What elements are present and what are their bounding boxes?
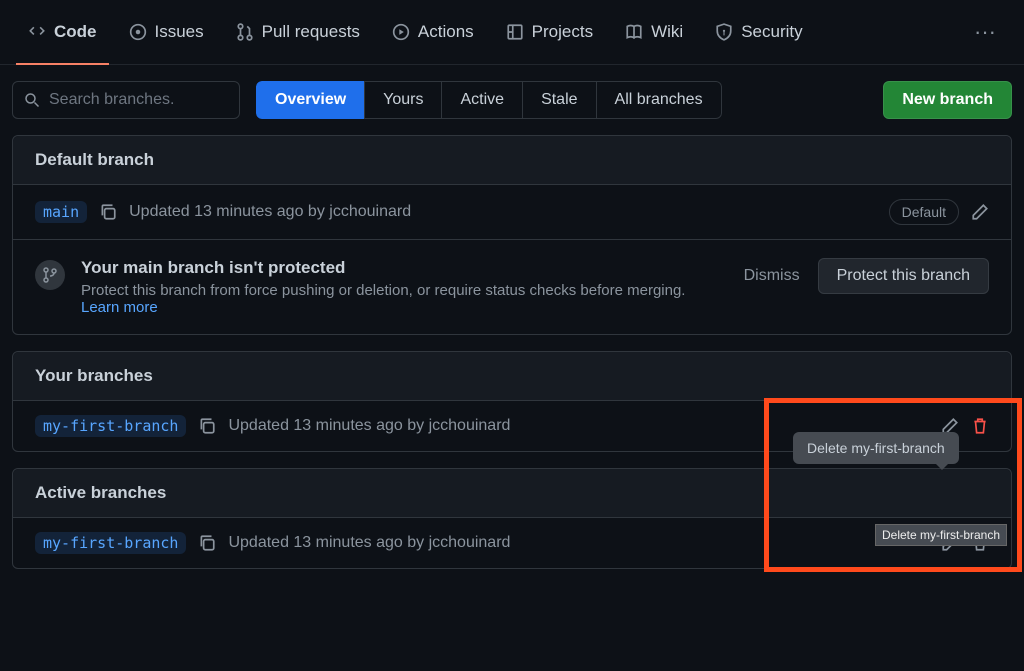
tab-actions[interactable]: Actions bbox=[380, 14, 486, 50]
delete-tooltip: Delete my-first-branch bbox=[793, 432, 959, 464]
protect-branch-button[interactable]: Protect this branch bbox=[818, 258, 989, 294]
projects-icon bbox=[506, 23, 524, 41]
filter-active[interactable]: Active bbox=[441, 81, 523, 119]
tab-code-label: Code bbox=[54, 22, 97, 42]
native-tooltip: Delete my-first-branch bbox=[875, 524, 1007, 546]
tab-security-label: Security bbox=[741, 22, 802, 42]
filter-stale[interactable]: Stale bbox=[522, 81, 596, 119]
branch-icon-circle bbox=[35, 260, 65, 290]
default-branch-row: main Updated 13 minutes ago by jcchouina… bbox=[13, 185, 1011, 239]
trash-icon[interactable] bbox=[971, 417, 989, 435]
warn-text: Your main branch isn't protected Protect… bbox=[81, 258, 728, 316]
tab-projects[interactable]: Projects bbox=[494, 14, 605, 50]
tab-projects-label: Projects bbox=[532, 22, 593, 42]
copy-icon[interactable] bbox=[99, 203, 117, 221]
branch-chip-mine[interactable]: my-first-branch bbox=[35, 415, 186, 437]
warn-desc-text: Protect this branch from force pushing o… bbox=[81, 282, 685, 299]
tab-pulls-label: Pull requests bbox=[262, 22, 360, 42]
default-badge: Default bbox=[889, 199, 959, 225]
active-branches-header: Active branches bbox=[13, 469, 1011, 518]
repo-nav: Code Issues Pull requests Actions Projec… bbox=[0, 0, 1024, 65]
protection-warning: Your main branch isn't protected Protect… bbox=[13, 239, 1011, 334]
update-text: Updated 13 minutes ago by jcchouinard bbox=[129, 203, 411, 221]
tab-issues[interactable]: Issues bbox=[117, 14, 216, 50]
more-menu[interactable]: ··· bbox=[962, 15, 1008, 49]
warn-desc: Protect this branch from force pushing o… bbox=[81, 282, 728, 316]
active-branch-row: my-first-branch Updated 13 minutes ago b… bbox=[13, 518, 1011, 568]
code-icon bbox=[28, 23, 46, 41]
tab-pulls[interactable]: Pull requests bbox=[224, 14, 372, 50]
tab-security[interactable]: Security bbox=[703, 14, 814, 50]
tab-issues-label: Issues bbox=[155, 22, 204, 42]
default-branch-header: Default branch bbox=[13, 136, 1011, 185]
branch-chip-main[interactable]: main bbox=[35, 201, 87, 223]
filter-overview[interactable]: Overview bbox=[256, 81, 365, 119]
issues-icon bbox=[129, 23, 147, 41]
your-branches-header: Your branches bbox=[13, 352, 1011, 401]
copy-icon[interactable] bbox=[198, 534, 216, 552]
filter-all[interactable]: All branches bbox=[596, 81, 722, 119]
play-icon bbox=[392, 23, 410, 41]
book-icon bbox=[625, 23, 643, 41]
new-branch-button[interactable]: New branch bbox=[883, 81, 1012, 119]
filter-yours[interactable]: Yours bbox=[364, 81, 442, 119]
warn-actions: Dismiss Protect this branch bbox=[744, 258, 989, 294]
pull-request-icon bbox=[236, 23, 254, 41]
branch-chip-active[interactable]: my-first-branch bbox=[35, 532, 186, 554]
git-branch-icon bbox=[42, 267, 58, 283]
search-wrap bbox=[12, 81, 240, 119]
dismiss-button[interactable]: Dismiss bbox=[744, 267, 800, 285]
warn-title: Your main branch isn't protected bbox=[81, 258, 728, 278]
pencil-icon[interactable] bbox=[971, 203, 989, 221]
copy-icon[interactable] bbox=[198, 417, 216, 435]
tab-code[interactable]: Code bbox=[16, 14, 109, 50]
update-text: Updated 13 minutes ago by jcchouinard bbox=[228, 417, 510, 435]
search-input[interactable] bbox=[12, 81, 240, 119]
update-text: Updated 13 minutes ago by jcchouinard bbox=[228, 534, 510, 552]
branches-toolbar: Overview Yours Active Stale All branches… bbox=[0, 65, 1024, 135]
default-branch-panel: Default branch main Updated 13 minutes a… bbox=[12, 135, 1012, 335]
learn-more-link[interactable]: Learn more bbox=[81, 299, 158, 316]
active-branches-panel: Active branches my-first-branch Updated … bbox=[12, 468, 1012, 569]
shield-icon bbox=[715, 23, 733, 41]
tab-wiki[interactable]: Wiki bbox=[613, 14, 695, 50]
branch-filter-tabs: Overview Yours Active Stale All branches bbox=[256, 81, 722, 119]
tab-wiki-label: Wiki bbox=[651, 22, 683, 42]
search-icon bbox=[24, 92, 40, 108]
tab-actions-label: Actions bbox=[418, 22, 474, 42]
